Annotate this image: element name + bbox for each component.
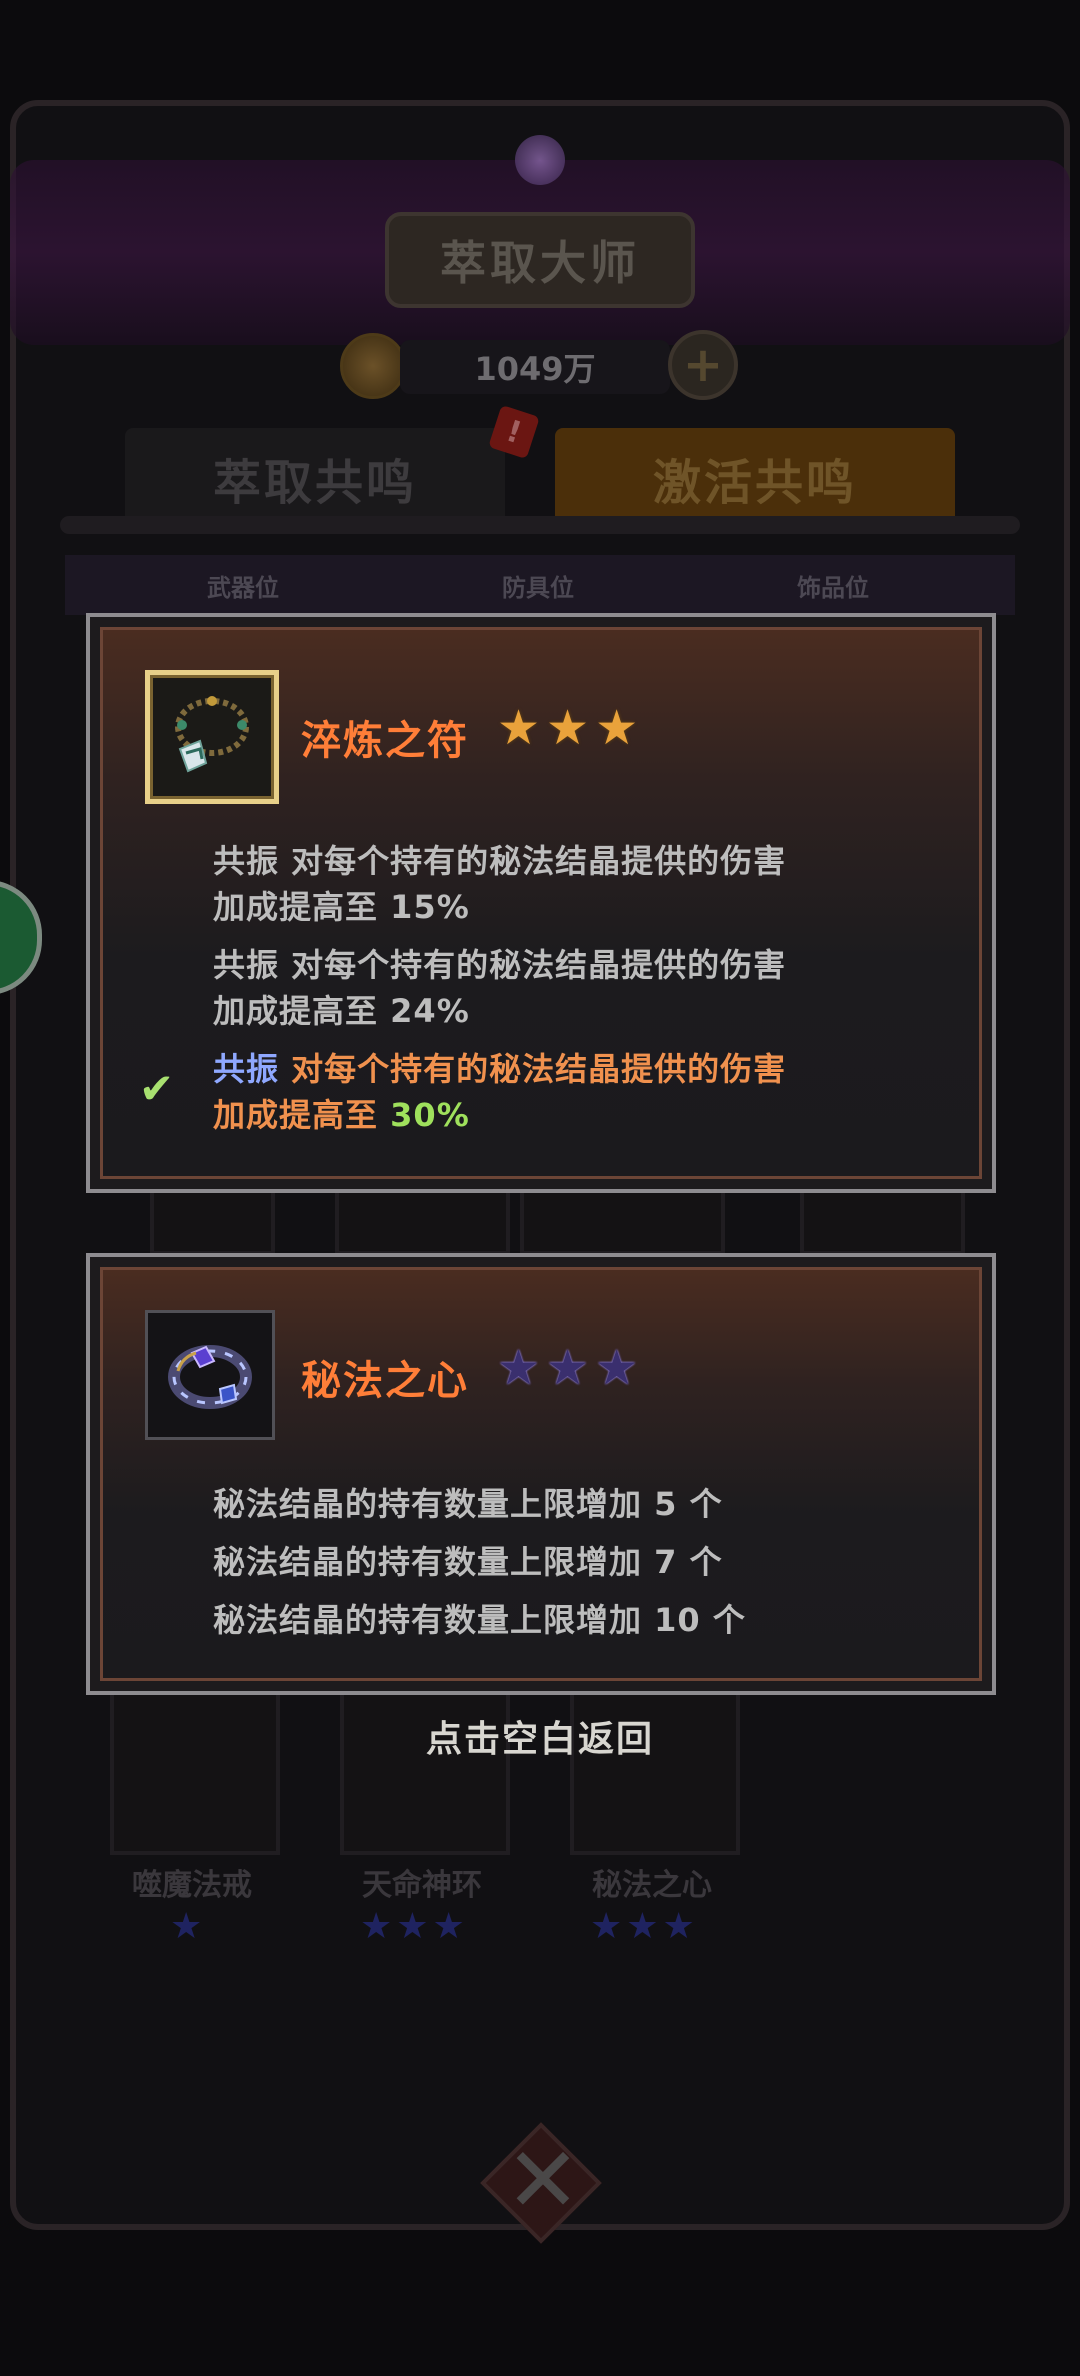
tier-line2: 加成提高至 (213, 888, 379, 926)
tier-3-active: 共振 对每个持有的秘法结晶提供的伤害 加成提高至 30% (213, 1046, 786, 1138)
divider (60, 516, 1020, 534)
popup-talisman: 淬炼之符 ★ ★ ★ 共振 对每个持有的秘法结晶提供的伤害 加成提高至 15% … (86, 613, 996, 1193)
bonus-unit: 个 (712, 1601, 746, 1639)
bonus-value: 10 (654, 1601, 701, 1639)
add-currency-button[interactable]: + (668, 330, 738, 400)
popup-arcane-heart: 秘法之心 ★ ★ ★ 秘法结晶的持有数量上限增加 5 个 秘法结晶的持有数量上限… (86, 1253, 996, 1695)
star-rating: ★ ★ ★ (497, 1344, 638, 1392)
bonus-text: 秘法结晶的持有数量上限增加 (213, 1543, 643, 1581)
bonus-unit: 个 (689, 1485, 723, 1523)
bead-bracelet-icon (175, 696, 249, 773)
item-stars: ★ (170, 1906, 207, 1947)
popup-title: 秘法之心 (301, 1358, 469, 1404)
crossed-swords-icon: ✕ (505, 2128, 581, 2233)
page-title: 萃取大师 (385, 212, 695, 308)
ring-icon (145, 1310, 275, 1440)
bonus-line: 秘法结晶的持有数量上限增加 10 个 (213, 1591, 746, 1649)
popup-panel: 淬炼之符 ★ ★ ★ 共振 对每个持有的秘法结晶提供的伤害 加成提高至 15% … (100, 627, 982, 1179)
talisman-icon (145, 670, 279, 804)
currency-amount: 1049万 (400, 340, 670, 394)
bonus-line: 秘法结晶的持有数量上限增加 7 个 (213, 1533, 746, 1591)
tier-value: 30% (390, 1096, 470, 1134)
popup-title: 淬炼之符 (301, 718, 469, 764)
tier-value: 24% (390, 992, 470, 1030)
tab-activate-resonance[interactable]: 激活共鸣 (555, 428, 955, 528)
star-icon: ★ (595, 1340, 639, 1396)
tier-line2: 加成提高至 (213, 1096, 379, 1134)
star-icon: ★ (595, 700, 639, 756)
tier-text: 对每个持有的秘法结晶提供的伤害 (291, 842, 787, 880)
star-icon: ★ (497, 1340, 541, 1396)
tier-2: 共振 对每个持有的秘法结晶提供的伤害 加成提高至 24% (213, 942, 786, 1034)
tier-line2: 加成提高至 (213, 992, 379, 1030)
tier-tag: 共振 (213, 946, 280, 984)
check-icon: ✔ (139, 1064, 175, 1113)
star-rating: ★ ★ ★ (497, 704, 638, 752)
bonus-value: 7 (654, 1543, 678, 1581)
bonus-list: 秘法结晶的持有数量上限增加 5 个 秘法结晶的持有数量上限增加 7 个 秘法结晶… (213, 1475, 746, 1649)
bonus-unit: 个 (689, 1543, 723, 1581)
tier-tag: 共振 (213, 842, 280, 880)
popup-panel: 秘法之心 ★ ★ ★ 秘法结晶的持有数量上限增加 5 个 秘法结晶的持有数量上限… (100, 1267, 982, 1681)
tap-to-return-hint[interactable]: 点击空白返回 (0, 1710, 1080, 1762)
tier-value: 15% (390, 888, 470, 926)
item-stars: ★★★ (360, 1906, 469, 1947)
slot-label-weapon: 武器位 (207, 574, 279, 602)
coin-icon (340, 333, 406, 399)
bonus-text: 秘法结晶的持有数量上限增加 (213, 1601, 643, 1639)
item-name: 秘法之心 (592, 1868, 712, 1903)
bonus-value: 5 (654, 1485, 678, 1523)
tier-text: 对每个持有的秘法结晶提供的伤害 (291, 946, 787, 984)
bonus-text: 秘法结晶的持有数量上限增加 (213, 1485, 643, 1523)
arcane-ring-icon (168, 1345, 252, 1409)
slot-label-armor: 防具位 (502, 574, 574, 602)
tab-extract-resonance[interactable]: 萃取共鸣 (125, 428, 505, 528)
slot-label-accessory: 饰品位 (797, 574, 869, 602)
star-icon: ★ (546, 700, 590, 756)
tier-text: 对每个持有的秘法结晶提供的伤害 (291, 1050, 787, 1088)
star-icon: ★ (546, 1340, 590, 1396)
item-name: 噬魔法戒 (132, 1868, 252, 1903)
item-stars: ★★★ (590, 1906, 699, 1947)
item-name: 天命神环 (362, 1868, 482, 1903)
tier-1: 共振 对每个持有的秘法结晶提供的伤害 加成提高至 15% (213, 838, 786, 930)
crystal-orb-icon (515, 135, 565, 185)
bonus-line: 秘法结晶的持有数量上限增加 5 个 (213, 1475, 746, 1533)
tier-tag: 共振 (213, 1050, 280, 1088)
star-icon: ★ (497, 700, 541, 756)
